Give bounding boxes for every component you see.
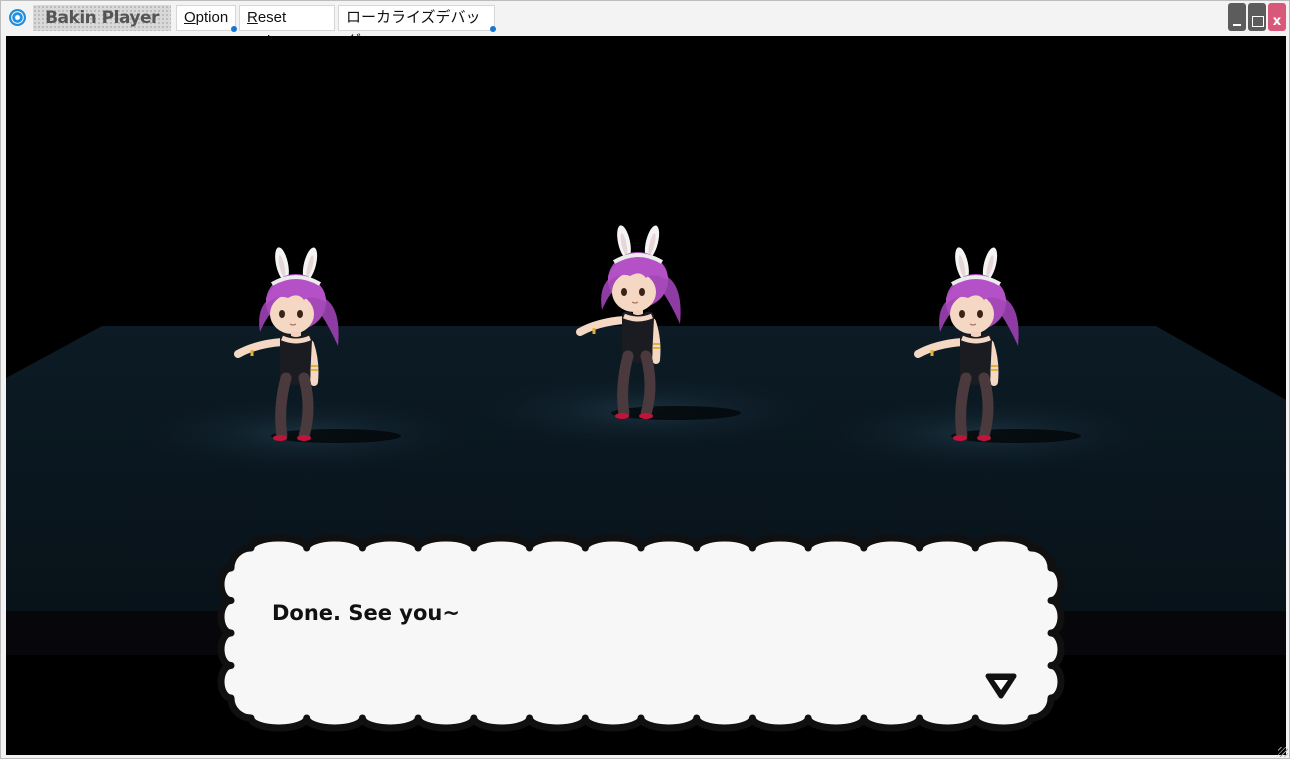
title-bar: Bakin Player Option Reset Ctrl+C ローカライズデ… xyxy=(1,1,1289,50)
option-button[interactable]: Option xyxy=(176,5,237,32)
game-scene xyxy=(6,36,1286,732)
game-viewport[interactable]: Done. See you~ xyxy=(6,36,1286,755)
option-label: ption xyxy=(195,9,229,26)
player-window: Bakin Player Option Reset Ctrl+C ローカライズデ… xyxy=(0,0,1290,759)
app-title: Bakin Player xyxy=(33,5,171,31)
close-icon: x xyxy=(1272,14,1282,29)
shadow-right xyxy=(951,429,1081,443)
dialogue-text: Done. See you~ xyxy=(272,601,460,625)
minimize-button[interactable] xyxy=(1228,3,1246,31)
localize-indicator-dot xyxy=(490,26,496,32)
resize-grip[interactable] xyxy=(1278,747,1288,757)
message-window[interactable] xyxy=(217,534,1065,732)
localize-debug-button[interactable]: ローカライズデバッグ xyxy=(338,5,496,50)
reset-button[interactable]: Reset Ctrl+C xyxy=(239,5,335,50)
message-bubble xyxy=(217,534,1065,732)
shadow-center xyxy=(611,406,741,420)
option-indicator-dot xyxy=(231,26,237,32)
option-accel: O xyxy=(184,9,196,26)
shadow-left xyxy=(271,429,401,443)
reset-accel: R xyxy=(247,9,258,26)
app-logo-icon xyxy=(9,9,26,26)
close-button[interactable]: x xyxy=(1268,3,1286,31)
maximize-button[interactable] xyxy=(1248,3,1266,31)
